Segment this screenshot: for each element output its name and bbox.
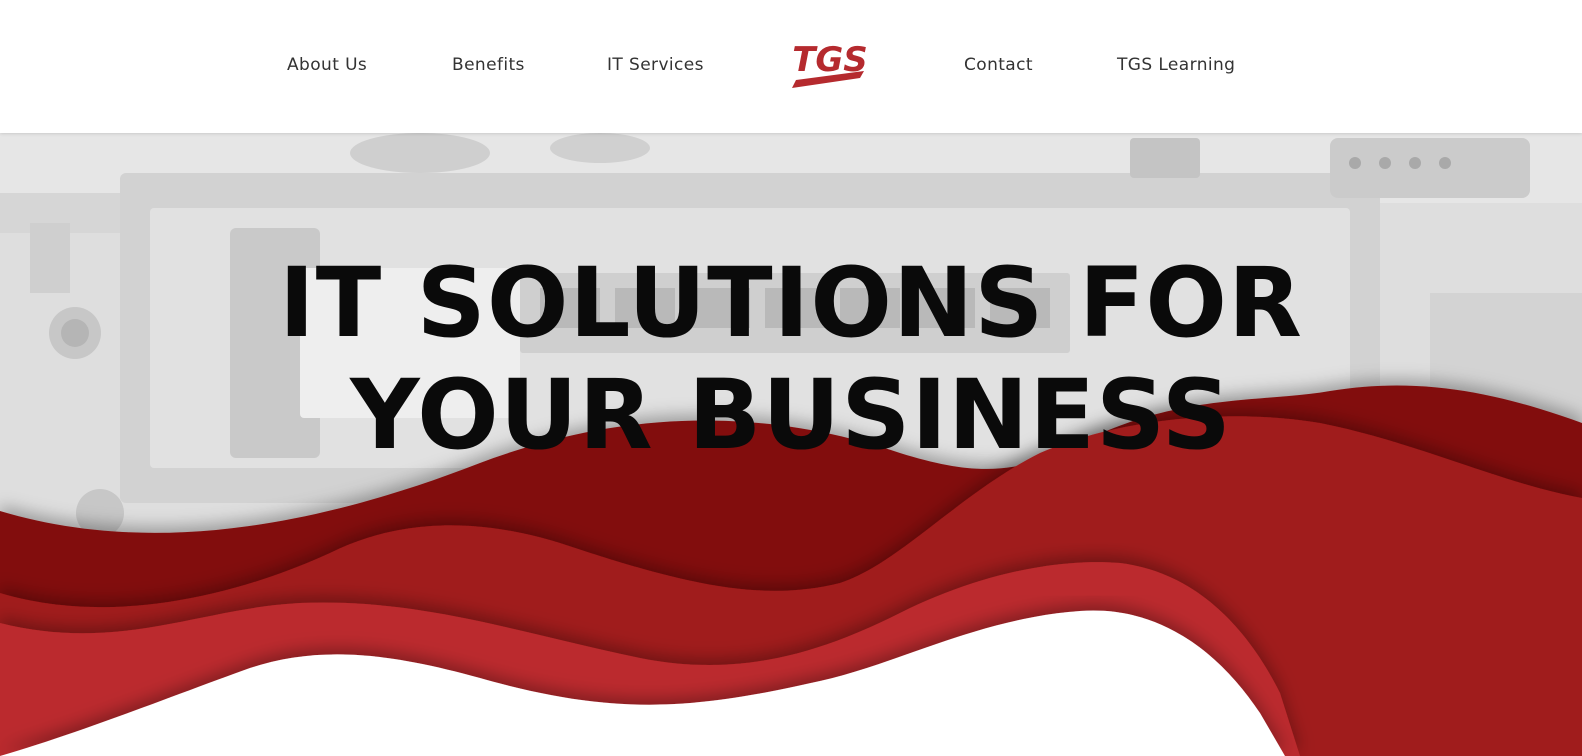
nav-tgs-learning[interactable]: TGS Learning xyxy=(1117,55,1235,75)
nav-about-us[interactable]: About Us xyxy=(287,55,367,75)
hero-title-line-1: IT SOLUTIONS FOR xyxy=(279,247,1303,360)
svg-text:TGS: TGS xyxy=(792,40,868,80)
tgs-logo-mark: TGS xyxy=(792,40,868,88)
nav-benefits[interactable]: Benefits xyxy=(452,55,525,75)
hero-title-line-2: YOUR BUSINESS xyxy=(350,359,1232,472)
tgs-logo[interactable]: TGS xyxy=(790,40,874,92)
nav-contact[interactable]: Contact xyxy=(964,55,1033,75)
hero-section: IT SOLUTIONS FOR YOUR BUSINESS xyxy=(0,133,1582,756)
nav-it-services[interactable]: IT Services xyxy=(607,55,704,75)
hero-title: IT SOLUTIONS FOR YOUR BUSINESS xyxy=(0,247,1582,471)
top-navigation-bar: About Us Benefits IT Services TGS Contac… xyxy=(0,0,1582,133)
